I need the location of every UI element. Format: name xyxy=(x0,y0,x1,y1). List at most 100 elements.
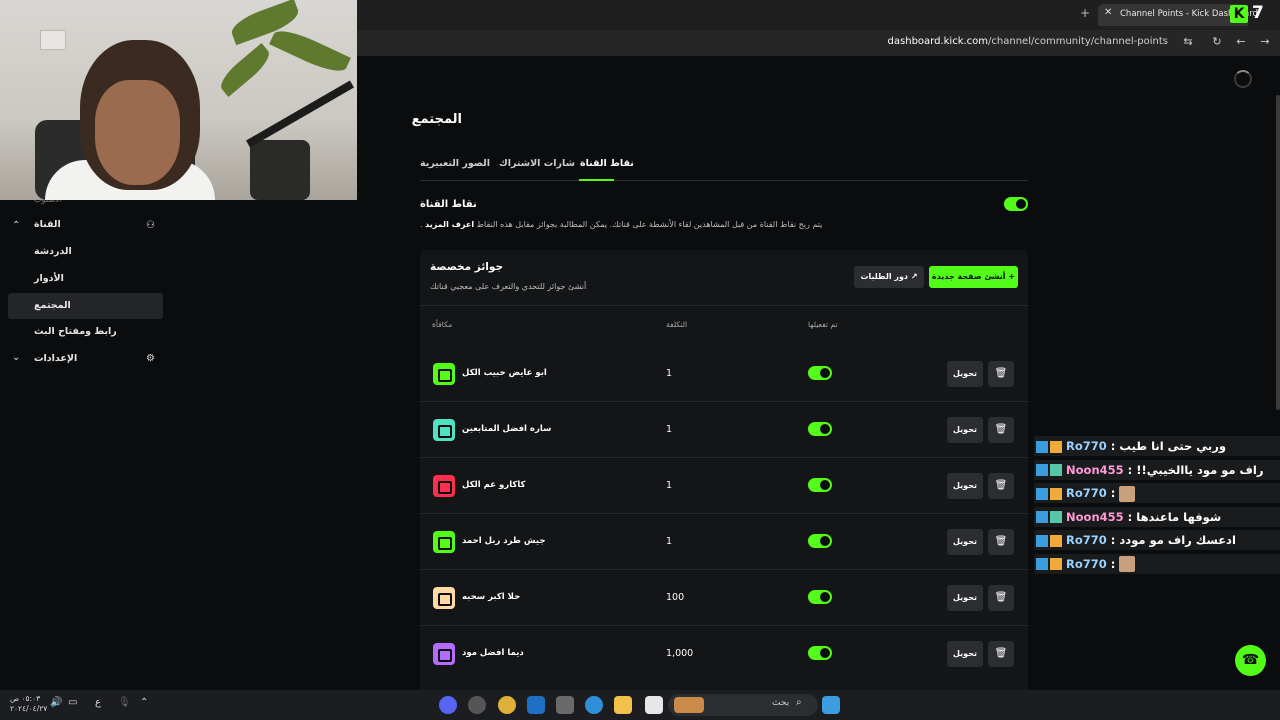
edit-reward-button[interactable]: تحويل xyxy=(947,417,983,443)
trash-icon[interactable]: 🗑 xyxy=(988,473,1014,499)
reward-enabled-toggle[interactable] xyxy=(808,534,832,548)
trash-icon[interactable]: 🗑 xyxy=(988,529,1014,555)
microphone-icon[interactable]: 🎙 xyxy=(118,697,131,708)
edit-reward-button[interactable]: تحويل xyxy=(947,529,983,555)
channel-settings-icon[interactable]: ⚇ xyxy=(146,220,155,231)
request-queue-button[interactable]: دور الطلبات ↗ xyxy=(854,266,924,288)
sidebar-item-chat[interactable]: الدردشة xyxy=(34,246,72,257)
chat-message: Ro770 : xyxy=(1034,483,1280,503)
tab-subscription-badges[interactable]: شارات الاشتراك xyxy=(499,158,575,169)
chat-username: Ro770 xyxy=(1066,486,1107,500)
support-headset-icon[interactable]: ☎ xyxy=(1235,645,1266,676)
table-row-divider xyxy=(420,625,1028,626)
reward-name: جيش طرد ربل احمد xyxy=(462,536,546,546)
gear-icon[interactable]: ⚙ xyxy=(146,353,155,364)
reward-enabled-toggle[interactable] xyxy=(808,646,832,660)
trash-icon[interactable]: 🗑 xyxy=(988,417,1014,443)
user-badge-icon xyxy=(1050,440,1062,453)
chat-text: ادعسك راف مو مودد xyxy=(1119,533,1236,547)
search-icon: ⌕ xyxy=(796,697,802,708)
platform-badge-icon xyxy=(1036,440,1048,453)
channel-points-description: . يتم ربح نقاط القناة من قبل المشاهدين ل… xyxy=(420,220,822,229)
custom-rewards-subtitle: أنشئ جوائز للتحدي والتعرف على معجبي قنات… xyxy=(430,282,587,291)
edit-reward-button[interactable]: تحويل xyxy=(947,473,983,499)
trash-icon[interactable]: 🗑 xyxy=(988,641,1014,667)
new-tab-button[interactable]: + xyxy=(1080,6,1090,20)
notepad-icon[interactable] xyxy=(645,696,663,714)
platform-badge-icon xyxy=(1036,511,1048,523)
chevron-down-icon[interactable]: ⌄ xyxy=(12,352,20,363)
platform-badge-icon xyxy=(1036,464,1048,476)
language-indicator[interactable]: ع xyxy=(95,697,101,708)
tab-channel-points[interactable]: نقاط القناة xyxy=(580,158,634,169)
webcam-face xyxy=(95,80,180,185)
platform-badge-icon xyxy=(1036,534,1048,547)
discord-icon[interactable] xyxy=(439,696,457,714)
reward-name: ابو عايض حبيب الكل xyxy=(462,368,547,378)
channel-points-toggle[interactable] xyxy=(1004,197,1028,211)
reward-enabled-toggle[interactable] xyxy=(808,478,832,492)
edge-icon[interactable] xyxy=(585,696,603,714)
chevron-up-icon[interactable]: ⌃ xyxy=(12,220,20,231)
sidebar-section-settings[interactable]: الإعدادات xyxy=(34,353,77,364)
user-badge-icon xyxy=(1050,487,1062,500)
search-highlight-icon xyxy=(674,697,704,713)
custom-rewards-card xyxy=(420,250,1028,690)
edit-reward-button[interactable]: تحويل xyxy=(947,361,983,387)
reward-enabled-toggle[interactable] xyxy=(808,366,832,380)
reward-enabled-toggle[interactable] xyxy=(808,590,832,604)
learn-more-link[interactable]: اعرف المزيد xyxy=(425,220,474,229)
battery-icon[interactable]: ▭ xyxy=(68,697,77,708)
chat-username: Ro770 xyxy=(1066,556,1107,571)
tab-emotes[interactable]: الصور التعبيرية xyxy=(420,158,490,169)
obs-icon[interactable] xyxy=(468,696,486,714)
reward-icon xyxy=(433,587,455,609)
sidebar-section-channel[interactable]: القناة xyxy=(34,219,61,230)
column-header-cost: التكلفة xyxy=(666,320,688,329)
url-host: dashboard.kick.com xyxy=(887,36,989,47)
taskbar xyxy=(0,690,1280,720)
taskbar-search-placeholder: بحث xyxy=(772,698,790,708)
forward-arrow-icon[interactable]: → xyxy=(1257,34,1273,50)
chat-username: Noon455 xyxy=(1066,509,1124,524)
taskbar-clock[interactable]: ٠٥:٠٣ ص ٢٠٢٤/٠٤/٢٧ xyxy=(10,694,47,714)
page-scrollbar[interactable] xyxy=(1276,95,1280,410)
user-badge-icon xyxy=(1050,558,1062,570)
store-icon[interactable] xyxy=(556,696,574,714)
external-link-icon: ↗ xyxy=(910,272,918,281)
outlook-icon[interactable] xyxy=(527,696,545,714)
seven-badge: 7 xyxy=(1252,3,1264,23)
reward-name: حلا اكبر سحبه xyxy=(462,592,521,602)
active-tab-indicator xyxy=(579,179,614,181)
channel-points-description-text: . يتم ربح نقاط القناة من قبل المشاهدين ل… xyxy=(420,220,823,229)
sidebar-item-stream-key[interactable]: رابط ومفتاح البث xyxy=(34,326,117,337)
speaker-icon[interactable]: 🔊 xyxy=(50,697,62,708)
back-arrow-icon[interactable]: ← xyxy=(1233,34,1249,50)
webcam-overlay xyxy=(0,0,357,200)
close-tab-icon[interactable]: ✕ xyxy=(1104,7,1112,18)
reload-icon[interactable]: ↻ xyxy=(1209,34,1225,50)
file-explorer-icon[interactable] xyxy=(614,696,632,714)
site-settings-icon[interactable]: ⇆ xyxy=(1180,34,1196,50)
reward-icon xyxy=(433,643,455,665)
chat-text: !!راف مو مود ياالخيبي xyxy=(1136,462,1264,477)
chat-text: شوفها ماعندها xyxy=(1136,509,1222,524)
tray-chevron-icon[interactable]: ⌃ xyxy=(140,697,148,708)
column-header-reward: مكافأة xyxy=(432,320,453,329)
trash-icon[interactable]: 🗑 xyxy=(988,361,1014,387)
reward-enabled-toggle[interactable] xyxy=(808,422,832,436)
edit-reward-button[interactable]: تحويل xyxy=(947,585,983,611)
create-reward-button[interactable]: أنشئ صفحة جديدة + xyxy=(929,266,1018,288)
url-text[interactable]: dashboard.kick.com/channel/community/cha… xyxy=(888,36,1168,47)
reward-cost: 1,000 xyxy=(666,648,694,659)
url-path: /channel/community/channel-points xyxy=(988,36,1168,47)
sidebar-item-roles[interactable]: الأدوار xyxy=(34,273,64,284)
edit-reward-button[interactable]: تحويل xyxy=(947,641,983,667)
windows-start-icon[interactable] xyxy=(822,696,840,714)
trash-icon[interactable]: 🗑 xyxy=(988,585,1014,611)
reward-cost: 1 xyxy=(666,424,673,435)
kick-logo-icon: K xyxy=(1230,5,1248,23)
webcam-mic-arm xyxy=(246,80,354,148)
sidebar-item-community[interactable]: المجتمع xyxy=(34,300,71,311)
chrome-icon[interactable] xyxy=(498,696,516,714)
